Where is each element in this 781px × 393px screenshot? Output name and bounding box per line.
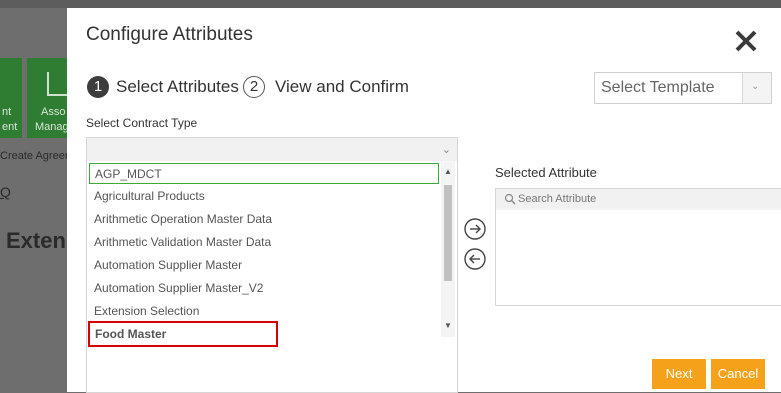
tile2-line2: Manag (35, 121, 69, 133)
chevron-down-icon: ⌄ (441, 144, 451, 156)
list-item[interactable]: AGP_MDCT (89, 163, 439, 184)
list-item[interactable]: Arithmetic Validation Master Data (89, 232, 439, 253)
search-icon (504, 193, 516, 205)
contract-type-dropdown[interactable]: ⌄ (86, 137, 458, 163)
chevron-down-icon: ⌄ (751, 81, 760, 92)
scroll-up-icon[interactable]: ▲ (444, 167, 452, 176)
close-icon[interactable] (733, 28, 759, 54)
modal-title: Configure Attributes (86, 24, 253, 45)
template-dropdown-button[interactable]: ⌄ (742, 73, 771, 103)
selected-attribute-label: Selected Attribute (495, 165, 597, 180)
tile1-line1: nt (2, 106, 12, 118)
scrollbar-thumb[interactable] (444, 185, 452, 281)
step-1-number: 1 (87, 76, 109, 98)
list-item[interactable]: Automation Supplier Master_V2 (89, 278, 439, 299)
search-attribute-input[interactable]: Search Attribute (495, 188, 781, 212)
step-1-label: Select Attributes (116, 77, 239, 96)
list-item-highlighted[interactable]: Food Master (88, 321, 278, 347)
list-item[interactable]: Arithmetic Operation Master Data (89, 209, 439, 230)
template-select[interactable]: Select Template ⌄ (594, 72, 772, 104)
step-2-number: 2 (243, 76, 265, 98)
contract-type-label: Select Contract Type (86, 116, 198, 130)
template-select-value: Select Template (601, 79, 715, 96)
selected-attribute-list (495, 210, 781, 306)
background-link: Q (0, 184, 11, 200)
background-top-bar (0, 0, 781, 8)
configure-attributes-modal: Configure Attributes 1 Select Attributes… (67, 8, 781, 393)
arrow-right-circle-icon[interactable] (464, 218, 486, 240)
list-item[interactable]: Extension Selection (89, 301, 439, 322)
step-2-label: View and Confirm (275, 77, 409, 96)
tile1-line2: ent (2, 121, 18, 133)
background-heading: Exten (6, 228, 66, 253)
arrow-left-circle-icon[interactable] (464, 248, 486, 270)
next-button[interactable]: Next (652, 359, 706, 389)
list-item[interactable]: Automation Supplier Master (89, 255, 439, 276)
contract-type-list: AGP_MDCT Agricultural Products Arithmeti… (86, 161, 458, 393)
search-placeholder: Search Attribute (518, 193, 597, 205)
tile2-line1: Asso (41, 106, 66, 118)
background-tile-2: Asso Manag (27, 58, 73, 138)
scroll-down-icon[interactable]: ▼ (444, 321, 452, 330)
background-tile-1: nt ent (0, 58, 22, 138)
list-item[interactable]: Agricultural Products (89, 186, 439, 207)
cancel-button[interactable]: Cancel (711, 359, 765, 389)
list-scrollbar[interactable]: ▲ ▼ (441, 161, 455, 337)
